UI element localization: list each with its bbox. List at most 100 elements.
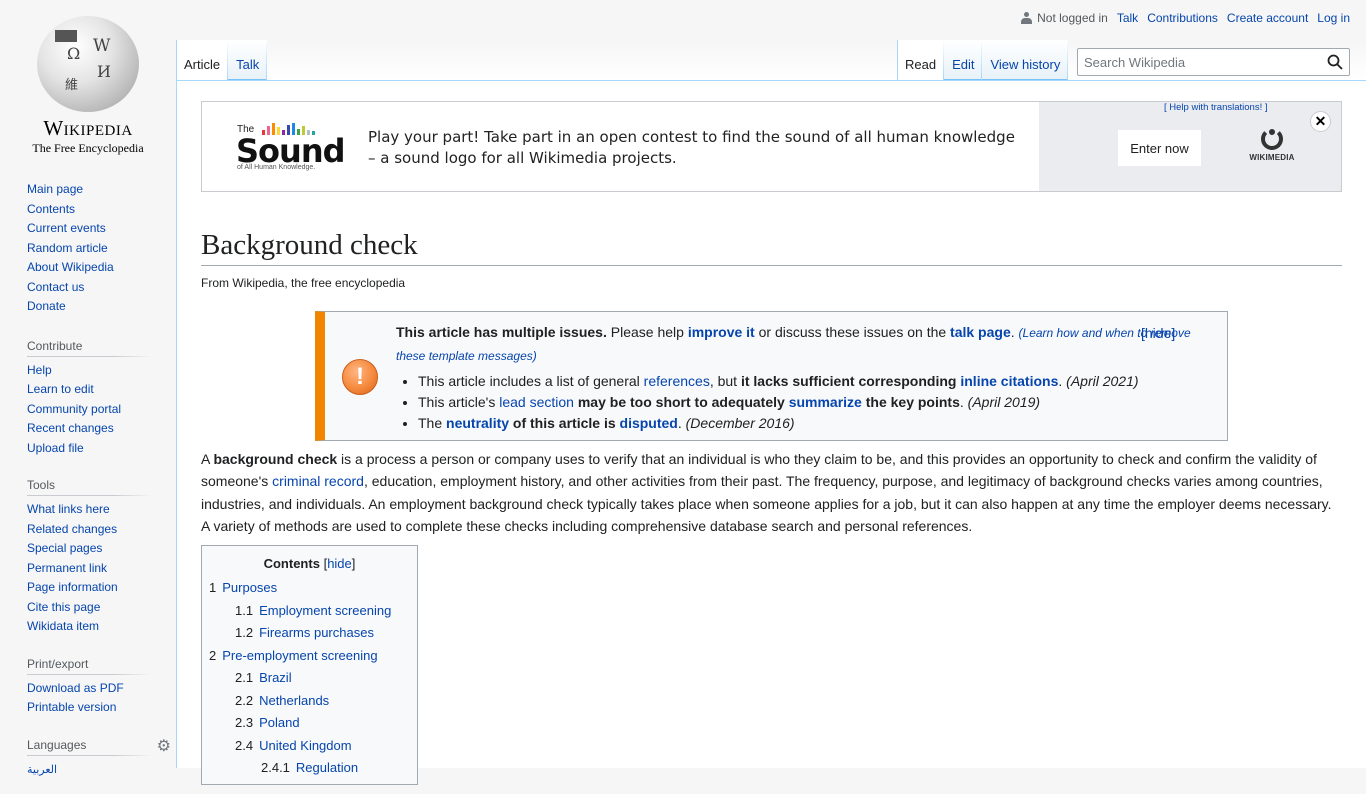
log-in-link[interactable]: Log in	[1317, 11, 1350, 25]
tab-article[interactable]: Article	[176, 40, 228, 80]
sidebar-contribute: Contribute Help Learn to edit Community …	[0, 338, 176, 459]
sidebar-item-upload-file[interactable]: Upload file	[27, 441, 84, 455]
issue-text: , but	[709, 373, 741, 389]
toc-link[interactable]: Firearms purchases	[259, 625, 374, 640]
tab-talk[interactable]: Talk	[228, 40, 267, 80]
toc-number: 2.3	[235, 715, 254, 730]
issues-text: .	[1010, 324, 1019, 340]
sidebar-item-main-page[interactable]: Main page	[27, 182, 83, 196]
site-subtitle: From Wikipedia, the free encyclopedia	[201, 276, 406, 290]
search-icon[interactable]	[1321, 49, 1349, 75]
search-input[interactable]	[1078, 54, 1321, 70]
create-account-link[interactable]: Create account	[1227, 11, 1308, 25]
toc-number: 2	[209, 647, 217, 663]
wikipedia-logo[interactable]: Ω W И 維 Wikipedia The Free Encyclopedia	[0, 0, 176, 160]
issues-list: This article includes a list of general …	[396, 371, 1216, 434]
sidebar-item-contact-us[interactable]: Contact us	[27, 280, 84, 294]
sidebar-item-download-pdf[interactable]: Download as PDF	[27, 681, 124, 695]
issue-date: (April 2019)	[967, 394, 1041, 410]
namespace-tabs: Article Talk	[176, 40, 267, 80]
toc-number: 1.1	[235, 602, 254, 618]
toc-link[interactable]: Pre-employment screening	[222, 648, 377, 663]
not-logged-in-label: Not logged in	[1037, 11, 1108, 25]
sidebar-languages: Languages ⚙ العربية	[0, 737, 176, 781]
criminal-record-link[interactable]: criminal record	[272, 473, 364, 489]
contributions-link[interactable]: Contributions	[1147, 11, 1218, 25]
neutrality-link[interactable]: neutrality	[446, 415, 509, 431]
issue-date: (April 2021)	[1066, 373, 1139, 389]
issues-text: or discuss these issues on the	[754, 324, 951, 340]
toc-item[interactable]: 2 Pre-employment screening	[209, 645, 410, 668]
sound-logo-banner: The Sound of All Human Knowledge. Play y…	[201, 101, 1342, 192]
sidebar-item-about-wikipedia[interactable]: About Wikipedia	[27, 260, 114, 274]
inline-citations-link[interactable]: inline citations	[960, 373, 1058, 389]
view-tabs: Read Edit View history	[897, 40, 1068, 80]
sidebar-item-donate[interactable]: Donate	[27, 299, 66, 313]
sidebar-item-language-arabic[interactable]: العربية	[27, 764, 57, 776]
issue-item: The neutrality of this article is disput…	[418, 413, 1216, 434]
tab-view-history[interactable]: View history	[982, 40, 1068, 80]
wordmark: Wikipedia	[43, 116, 133, 140]
toc-item[interactable]: 2.3 Poland	[209, 712, 410, 735]
sidebar-item-related-changes[interactable]: Related changes	[27, 522, 117, 536]
toc-item[interactable]: 1.2 Firearms purchases	[209, 622, 410, 645]
close-banner-button[interactable]: ✕	[1310, 111, 1331, 132]
issue-date: (December 2016)	[685, 415, 795, 431]
sidebar-item-recent-changes[interactable]: Recent changes	[27, 421, 114, 435]
sidebar-item-permanent-link[interactable]: Permanent link	[27, 561, 107, 575]
sidebar-item-special-pages[interactable]: Special pages	[27, 541, 102, 555]
toc-hide-link[interactable]: hide	[327, 556, 352, 571]
user-status: Not logged in	[1021, 11, 1108, 25]
sidebar-item-help[interactable]: Help	[27, 363, 52, 377]
tab-read[interactable]: Read	[897, 40, 944, 80]
lead-bold-term: background check	[213, 451, 338, 467]
issue-text: This article's	[418, 394, 500, 410]
sidebar-item-page-information[interactable]: Page information	[27, 580, 118, 594]
toc-link[interactable]: Purposes	[222, 580, 277, 595]
lead-paragraph: A background check is a process a person…	[201, 448, 1342, 538]
tab-edit[interactable]: Edit	[944, 40, 982, 80]
warning-icon: !	[342, 359, 378, 395]
wikimedia-icon	[1261, 128, 1283, 150]
toc-link[interactable]: Employment screening	[259, 603, 391, 618]
sidebar-item-wikidata-item[interactable]: Wikidata item	[27, 619, 99, 633]
sidebar-item-printable-version[interactable]: Printable version	[27, 700, 116, 714]
sidebar-item-cite-this-page[interactable]: Cite this page	[27, 600, 100, 614]
toc-item[interactable]: 2.4.1 Regulation	[209, 757, 410, 780]
languages-heading: Languages ⚙	[27, 737, 171, 756]
issue-text: This article includes a list of general	[418, 373, 644, 389]
toc-item[interactable]: 2.4 United Kingdom	[209, 735, 410, 758]
toc-item[interactable]: 2.2 Netherlands	[209, 690, 410, 713]
sidebar-item-contents[interactable]: Contents	[27, 202, 75, 216]
issue-text: .	[1058, 373, 1063, 389]
improve-it-link[interactable]: improve it	[688, 324, 755, 340]
hide-issues-link[interactable]: [hide]	[1141, 322, 1175, 344]
toc-item[interactable]: 2.1 Brazil	[209, 667, 410, 690]
summarize-link[interactable]: summarize	[789, 394, 862, 410]
toc-link[interactable]: Poland	[259, 715, 299, 730]
help-with-translations-link[interactable]: [ Help with translations! ]	[1164, 102, 1268, 113]
sidebar-item-random-article[interactable]: Random article	[27, 241, 108, 255]
personal-tools: Not logged in Talk Contributions Create …	[1021, 11, 1350, 25]
sidebar-item-current-events[interactable]: Current events	[27, 221, 106, 235]
sidebar-item-community-portal[interactable]: Community portal	[27, 402, 121, 416]
sidebar-item-learn-to-edit[interactable]: Learn to edit	[27, 382, 94, 396]
enter-now-button[interactable]: Enter now	[1118, 130, 1201, 166]
toc-item[interactable]: 1 Purposes	[209, 577, 410, 600]
search-box	[1077, 48, 1350, 76]
disputed-link[interactable]: disputed	[620, 415, 678, 431]
toc-link[interactable]: Brazil	[259, 670, 292, 685]
lead-section-link[interactable]: lead section	[499, 394, 574, 410]
sound-logo-subtitle: of All Human Knowledge.	[237, 164, 316, 171]
talk-page-link[interactable]: talk page	[950, 324, 1011, 340]
references-link[interactable]: references	[644, 373, 710, 389]
toc-link[interactable]: United Kingdom	[259, 738, 352, 753]
toc-link[interactable]: Netherlands	[259, 693, 329, 708]
toc-number: 1	[209, 580, 217, 595]
close-icon: ✕	[1314, 113, 1327, 129]
sidebar-item-what-links-here[interactable]: What links here	[27, 502, 110, 516]
toc-item[interactable]: 1.1 Employment screening	[209, 600, 410, 623]
toc-title: Contents [hide]	[263, 556, 356, 571]
talk-link[interactable]: Talk	[1117, 11, 1138, 25]
gear-icon[interactable]: ⚙	[157, 736, 171, 756]
